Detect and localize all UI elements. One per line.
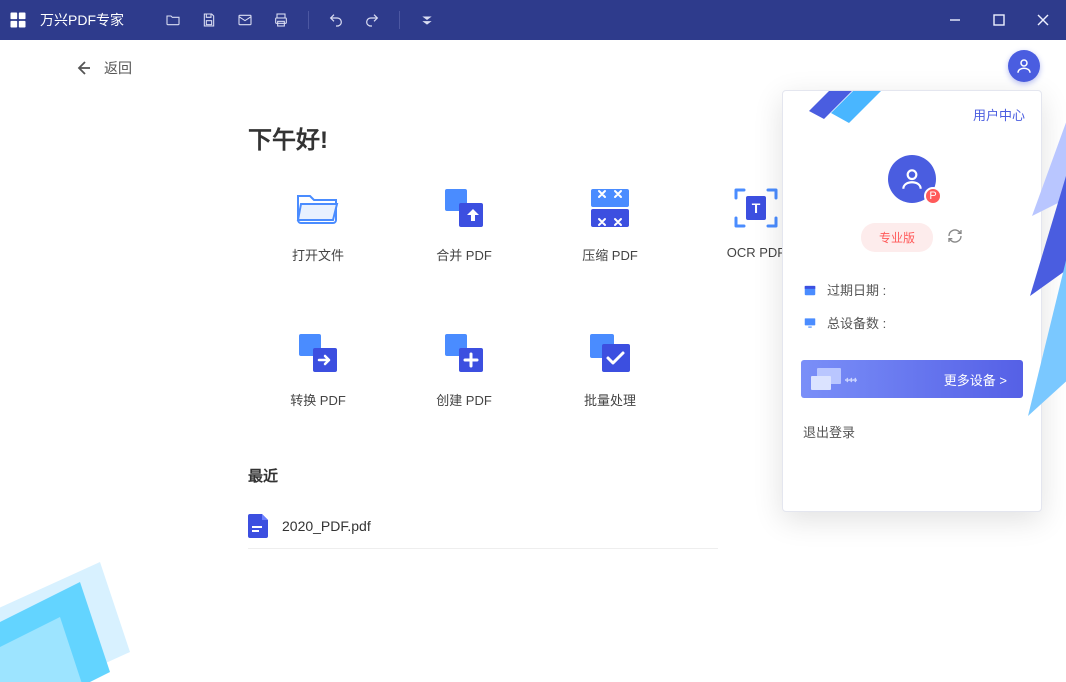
panel-decoration-icon xyxy=(809,90,899,131)
back-arrow-icon[interactable] xyxy=(72,58,92,78)
minimize-button[interactable] xyxy=(940,0,970,40)
more-menu-icon[interactable] xyxy=(418,11,436,29)
redo-icon[interactable] xyxy=(363,11,381,29)
action-create-pdf[interactable]: 创建 PDF xyxy=(394,330,534,409)
more-devices-label: 更多设备 > xyxy=(944,370,1007,389)
avatar-badge: P xyxy=(924,187,942,205)
devices-illustration-icon xyxy=(811,366,859,394)
compress-icon xyxy=(587,185,633,231)
devices-label: 总设备数 : xyxy=(827,313,886,332)
app-logo-icon xyxy=(8,10,28,30)
plan-badge: 专业版 xyxy=(861,223,933,252)
recent-file-item[interactable]: 2020_PDF.pdf xyxy=(248,504,718,549)
merge-icon xyxy=(441,185,487,231)
expiry-row: 过期日期 : xyxy=(803,280,1021,299)
print-icon[interactable] xyxy=(272,11,290,29)
monitor-icon xyxy=(803,316,817,330)
action-label: OCR PDF xyxy=(727,245,786,260)
more-devices-button[interactable]: 更多设备 > xyxy=(801,360,1023,398)
decoration-right xyxy=(1022,96,1066,682)
action-label: 批量处理 xyxy=(584,390,636,409)
user-center-link[interactable]: 用户中心 xyxy=(973,105,1025,124)
action-label: 合并 PDF xyxy=(436,245,492,264)
plan-row: 专业版 xyxy=(783,223,1041,252)
window-controls xyxy=(940,0,1058,40)
refresh-icon[interactable] xyxy=(947,228,963,247)
devices-row: 总设备数 : xyxy=(803,313,1021,332)
action-label: 转换 PDF xyxy=(290,390,346,409)
app-title: 万兴PDF专家 xyxy=(40,10,124,30)
account-button[interactable] xyxy=(1008,50,1040,82)
batch-icon xyxy=(587,330,633,376)
account-info: 过期日期 : 总设备数 : xyxy=(803,280,1021,332)
app-window: 万兴PDF专家 返回 下午好! xyxy=(0,0,1066,682)
toolbar-separator xyxy=(399,11,400,29)
svg-text:T: T xyxy=(752,200,761,216)
pdf-file-icon xyxy=(248,514,268,538)
expiry-label: 过期日期 : xyxy=(827,280,886,299)
create-icon xyxy=(441,330,487,376)
open-folder-icon[interactable] xyxy=(164,11,182,29)
action-open-file[interactable]: 打开文件 xyxy=(248,185,388,264)
back-label[interactable]: 返回 xyxy=(104,58,132,78)
titlebar: 万兴PDF专家 xyxy=(0,0,1066,40)
action-merge-pdf[interactable]: 合并 PDF xyxy=(394,185,534,264)
convert-icon xyxy=(295,330,341,376)
close-button[interactable] xyxy=(1028,0,1058,40)
recent-file-name: 2020_PDF.pdf xyxy=(282,518,371,534)
logout-link[interactable]: 退出登录 xyxy=(803,422,1021,441)
folder-open-icon xyxy=(295,185,341,231)
undo-icon[interactable] xyxy=(327,11,345,29)
action-compress-pdf[interactable]: 压缩 PDF xyxy=(540,185,680,264)
action-batch[interactable]: 批量处理 xyxy=(540,330,680,409)
action-label: 创建 PDF xyxy=(436,390,492,409)
toolbar-icons xyxy=(164,11,436,29)
ocr-icon: T xyxy=(733,185,779,231)
back-row: 返回 xyxy=(0,40,1066,78)
mail-icon[interactable] xyxy=(236,11,254,29)
toolbar-separator xyxy=(308,11,309,29)
action-label: 压缩 PDF xyxy=(582,245,638,264)
maximize-button[interactable] xyxy=(984,0,1014,40)
user-avatar: P xyxy=(888,155,936,203)
calendar-icon xyxy=(803,283,817,297)
action-convert-pdf[interactable]: 转换 PDF xyxy=(248,330,388,409)
action-label: 打开文件 xyxy=(292,245,344,264)
decoration-bottom-left xyxy=(0,522,140,682)
user-panel: 用户中心 P 专业版 过期日期 : xyxy=(782,90,1042,512)
save-icon[interactable] xyxy=(200,11,218,29)
content-area: 返回 下午好! 打开文件 xyxy=(0,40,1066,682)
